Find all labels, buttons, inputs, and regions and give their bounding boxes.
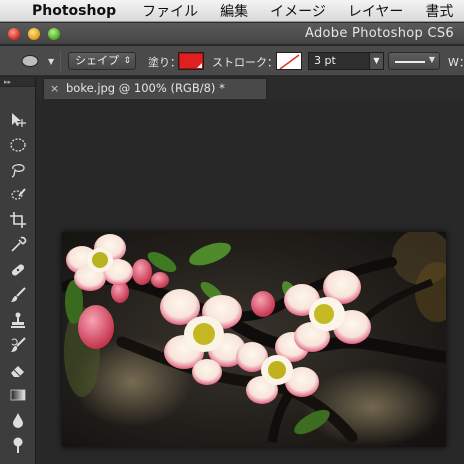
chevron-down-icon: ▼ — [428, 55, 435, 64]
close-tab-icon[interactable]: × — [50, 79, 59, 98]
menu-layer[interactable]: レイヤー — [348, 1, 404, 21]
menu-image[interactable]: イメージ — [270, 1, 326, 21]
swatch-corner-icon — [197, 63, 202, 68]
dodge-icon[interactable] — [9, 436, 27, 454]
history-brush-icon[interactable] — [9, 336, 27, 354]
brush-icon[interactable] — [9, 286, 27, 304]
stroke-type-select[interactable]: ▼ — [388, 52, 440, 70]
mac-menu-bar: Photoshop ファイル 編集 イメージ レイヤー 書式 — [0, 0, 464, 22]
fill-label: 塗り： — [148, 56, 181, 69]
blur-icon[interactable] — [9, 411, 27, 429]
menu-edit[interactable]: 編集 — [220, 1, 248, 21]
spot-healing-icon[interactable] — [9, 261, 27, 279]
minimize-window-button[interactable] — [28, 28, 40, 40]
crop-icon[interactable] — [9, 211, 27, 229]
fill-color-swatch[interactable] — [178, 52, 204, 70]
close-window-button[interactable] — [8, 28, 20, 40]
gradient-icon[interactable] — [9, 386, 27, 404]
menu-file[interactable]: ファイル — [142, 1, 198, 21]
tool-preset-dropdown-icon[interactable]: ▼ — [48, 57, 54, 66]
window-title-bar: Adobe Photoshop CS6 — [0, 23, 464, 45]
panel-collapse-icon[interactable]: ▸▸ — [0, 77, 35, 87]
ellipse-shape-icon[interactable] — [20, 54, 40, 68]
stroke-width-field[interactable]: 3 pt ▼ — [308, 52, 384, 70]
menu-type[interactable]: 書式 — [425, 1, 453, 21]
stroke-color-swatch[interactable] — [276, 52, 302, 70]
eyedropper-icon[interactable] — [9, 236, 27, 254]
stroke-label: ストローク： — [212, 56, 278, 69]
separator — [60, 51, 61, 71]
stroke-width-value: 3 pt — [314, 54, 336, 67]
document-tab-title: boke.jpg @ 100% (RGB/8) * — [66, 81, 225, 95]
clone-stamp-icon[interactable] — [9, 311, 27, 329]
document-tab[interactable]: × boke.jpg @ 100% (RGB/8) * — [43, 78, 267, 99]
window-title: Adobe Photoshop CS6 — [305, 26, 454, 41]
menu-photoshop[interactable]: Photoshop — [32, 3, 116, 19]
document-tab-strip: × boke.jpg @ 100% (RGB/8) * — [37, 77, 464, 99]
updown-arrows-icon: ⇕ — [123, 56, 131, 66]
no-color-slash-icon — [279, 54, 300, 69]
lasso-icon[interactable] — [9, 161, 27, 179]
shape-mode-select[interactable]: シェイプ ⇕ — [68, 52, 136, 70]
zoom-window-button[interactable] — [48, 28, 60, 40]
ellipse-marquee-icon[interactable] — [9, 136, 27, 154]
options-bar: ▼ シェイプ ⇕ 塗り： ストローク： 3 pt ▼ ▼ W： — [0, 46, 464, 76]
canvas-area[interactable] — [37, 99, 464, 464]
photo-image — [62, 232, 446, 447]
width-label: W： — [448, 56, 464, 69]
quick-selection-icon[interactable] — [9, 186, 27, 204]
tools-panel: ▸▸ — [0, 77, 36, 464]
stroke-width-dropdown-icon[interactable]: ▼ — [369, 53, 383, 69]
shape-mode-value: シェイプ — [75, 54, 119, 67]
solid-line-icon — [395, 61, 425, 63]
eraser-icon[interactable] — [9, 361, 27, 379]
move-tool-icon[interactable] — [9, 111, 27, 129]
